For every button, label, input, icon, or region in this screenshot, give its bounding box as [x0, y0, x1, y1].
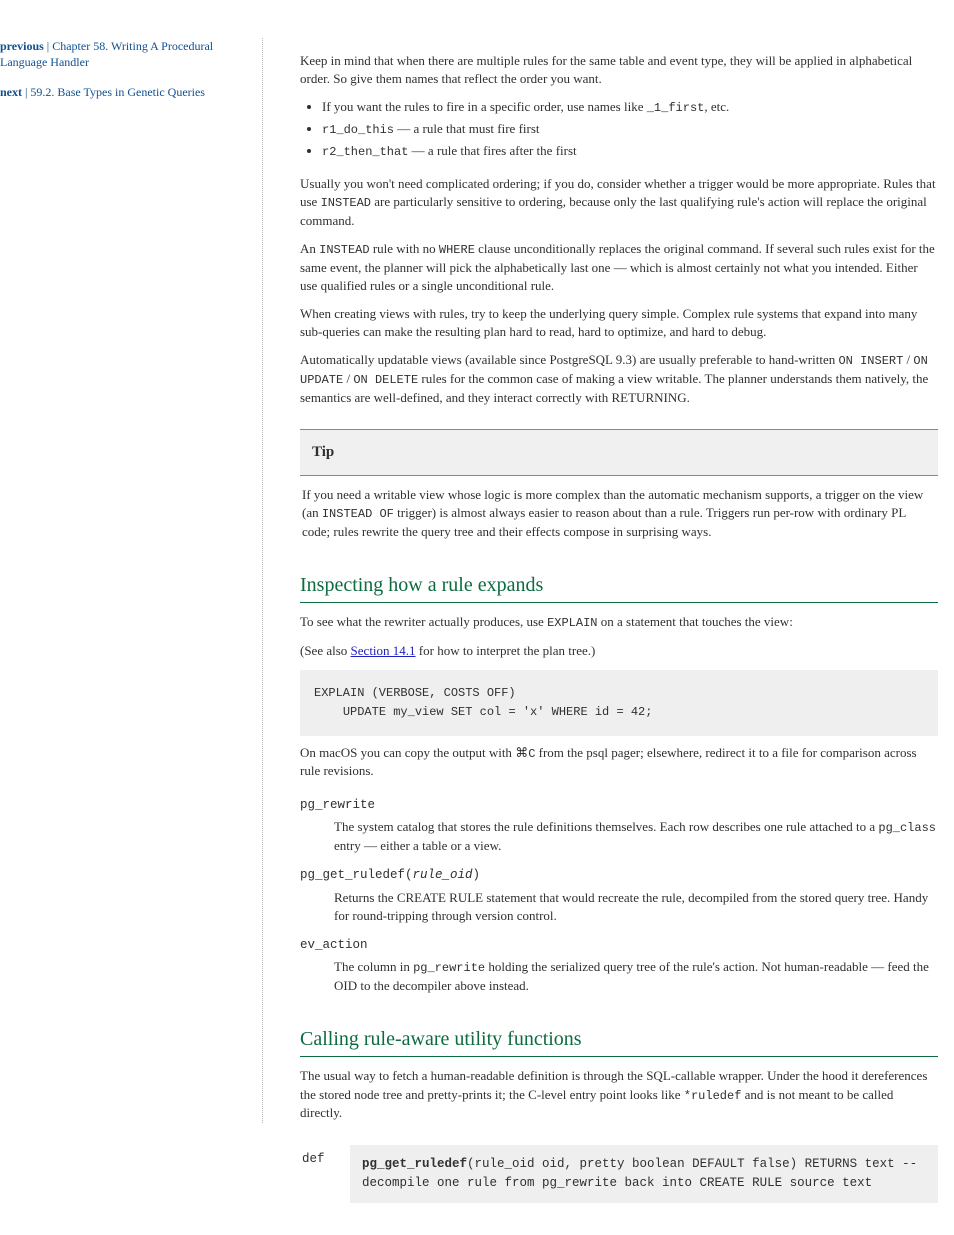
function-signature-table: def pg_get_ruledef(rule_oid oid, pretty …	[300, 1145, 938, 1204]
def-term: ev_action	[300, 937, 938, 955]
def-term: pg_get_ruledef(rule_oid)	[300, 867, 938, 885]
tip-heading: Tip	[300, 429, 938, 476]
intro-paragraph-5: Automatically updatable views (available…	[300, 351, 938, 407]
def-term: pg_rewrite	[300, 797, 938, 815]
def-desc: The column in pg_rewrite holding the ser…	[334, 958, 938, 995]
nav-next-link[interactable]: next | 59.2. Base Types in Genetic Queri…	[0, 84, 248, 100]
signature-body: pg_get_ruledef(rule_oid oid, pretty bool…	[350, 1145, 938, 1204]
nav-next-title: 59.2. Base Types in Genetic Queries	[30, 85, 205, 99]
main-content: Keep in mind that when there are multipl…	[300, 0, 954, 1203]
calling-paragraph-1: The usual way to fetch a human-readable …	[300, 1067, 938, 1122]
code-block-explain: EXPLAIN (VERBOSE, COSTS OFF) UPDATE my_v…	[300, 670, 938, 735]
inspect-paragraph-3: On macOS you can copy the output with ⌘C…	[300, 744, 938, 781]
def-desc: The system catalog that stores the rule …	[334, 818, 938, 855]
nav-next-label: next	[0, 85, 22, 99]
sidebar-nav: previous | Chapter 58. Writing A Procedu…	[0, 38, 260, 101]
inspect-paragraph-1: To see what the rewriter actually produc…	[300, 613, 938, 632]
intro-paragraph-2: Usually you won't need complicated order…	[300, 175, 938, 230]
vertical-divider	[262, 38, 263, 1123]
list-item: r2_then_that — a rule that fires after t…	[322, 142, 938, 161]
nav-previous-label: previous	[0, 39, 44, 53]
intro-paragraph-3: An INSTEAD rule with no WHERE clause unc…	[300, 240, 938, 295]
section-heading-calling: Calling rule-aware utility functions	[300, 1025, 938, 1057]
nav-previous-sep: |	[44, 39, 52, 53]
intro-paragraph-4: When creating views with rules, try to k…	[300, 305, 938, 341]
inspect-paragraph-2: (See also Section 14.1 for how to interp…	[300, 642, 938, 660]
definition-list: pg_rewrite The system catalog that store…	[300, 797, 938, 996]
list-item: r1_do_this — a rule that must fire first	[322, 120, 938, 139]
tip-box: Tip If you need a writable view whose lo…	[300, 429, 938, 541]
signature-def-keyword: def	[300, 1145, 350, 1204]
naming-list: If you want the rules to fire in a speci…	[300, 98, 938, 160]
tip-body: If you need a writable view whose logic …	[300, 476, 938, 541]
section-heading-inspect: Inspecting how a rule expands	[300, 571, 938, 603]
cmd-key-icon: ⌘	[515, 745, 528, 760]
nav-previous-link[interactable]: previous | Chapter 58. Writing A Procedu…	[0, 38, 248, 70]
list-item: If you want the rules to fire in a speci…	[322, 98, 938, 117]
def-desc: Returns the CREATE RULE statement that w…	[334, 889, 938, 925]
section-14-1-link[interactable]: Section 14.1	[351, 643, 416, 658]
intro-paragraph-1: Keep in mind that when there are multipl…	[300, 52, 938, 88]
